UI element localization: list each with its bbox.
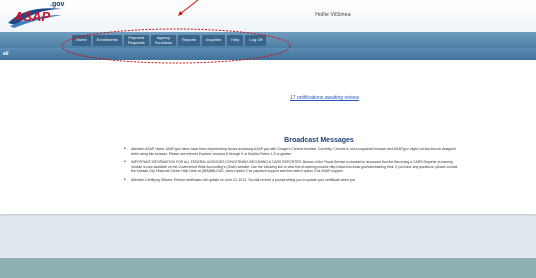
annotation-arrow-icon bbox=[178, 0, 199, 16]
logo-suffix: .gov bbox=[50, 1, 65, 8]
annotation-oval-icon bbox=[61, 28, 291, 64]
broadcast-message: IMPORTANT INFORMATION FOR ALL FEDERAL AG… bbox=[124, 160, 462, 174]
sub-nav-label: ail bbox=[3, 51, 9, 57]
broadcast-messages-list: Attention ASAP Users: ASAP.gov users hav… bbox=[124, 147, 462, 187]
user-name: Hollie VitSmea bbox=[315, 12, 351, 18]
broadcast-message: Attention ASAP Users: ASAP.gov users hav… bbox=[124, 147, 462, 156]
slide-footer-stripe bbox=[0, 258, 536, 278]
broadcast-messages-title: Broadcast Messages bbox=[284, 137, 354, 144]
broadcast-message: Attention Certifying Officers: Entrust c… bbox=[124, 178, 462, 183]
notifications-link[interactable]: 17 notifications awaiting review bbox=[290, 95, 359, 101]
